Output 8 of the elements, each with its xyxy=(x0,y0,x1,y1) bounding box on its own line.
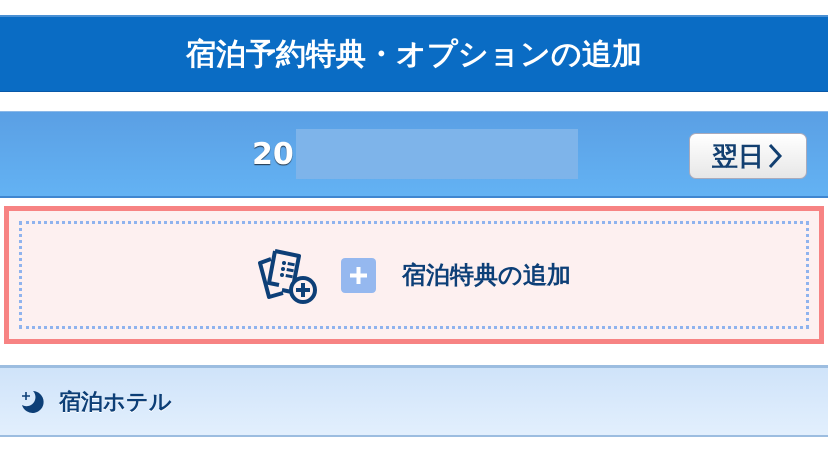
date-text: 20 xyxy=(252,136,294,172)
moon-icon xyxy=(20,389,45,414)
add-benefit-button[interactable]: 宿泊特典の追加 xyxy=(19,221,809,329)
page-title: 宿泊予約特典・オプションの追加 xyxy=(186,36,642,74)
plus-icon xyxy=(341,258,376,292)
next-day-button[interactable]: 翌日 xyxy=(689,133,807,179)
chevron-right-icon xyxy=(766,142,784,170)
section-header: 宿泊ホテル xyxy=(0,365,828,437)
